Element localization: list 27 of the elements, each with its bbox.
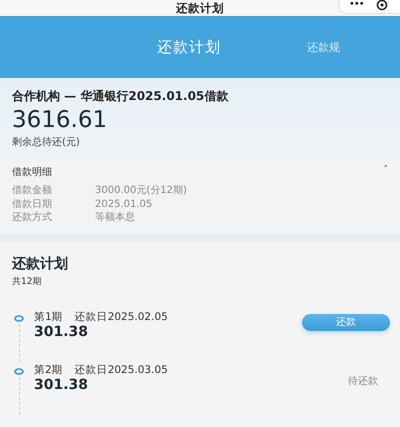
detail-value: 等额本息 [95, 211, 135, 224]
status-text: 待还款 [348, 374, 378, 388]
plan-title: 还款计划 [12, 254, 69, 272]
remaining-amount: 3616.61 [12, 107, 108, 133]
window-title: 还款计划 [176, 1, 224, 15]
period-label: 第1期 [34, 310, 63, 324]
period-label: 第2期 [34, 362, 63, 376]
amount-label: 剩余总待还(元) [12, 136, 81, 149]
detail-label: 还款方式 [12, 211, 53, 224]
period-count: 共12期 [12, 276, 42, 288]
collapse-toggle[interactable]: ˄ [384, 165, 388, 179]
due-date: 还款日2025.03.05 [74, 362, 168, 376]
due-date: 还款日2025.02.05 [74, 310, 168, 324]
loan-title: 合作机构 — 华通银行2025.01.05借款 [12, 88, 230, 105]
repay-button[interactable]: 还款 [302, 314, 390, 330]
timeline-dot-icon [14, 314, 24, 322]
detail-value: 2025.01.05 [95, 198, 152, 211]
tab[interactable]: 还款规 [307, 40, 340, 54]
installment-amount: 301.38 [34, 376, 90, 392]
detail-label: 借款日期 [12, 198, 53, 211]
timeline-dot-icon [14, 368, 24, 374]
details-title: 借款明细 [12, 166, 52, 179]
tab[interactable]: 还款计划 [157, 38, 221, 56]
detail-value: 3000.00元(分12期) [95, 184, 187, 198]
installment-amount: 301.38 [34, 324, 90, 340]
detail-label: 借款金额 [12, 184, 53, 198]
more-button[interactable]: ••• [349, 0, 364, 10]
